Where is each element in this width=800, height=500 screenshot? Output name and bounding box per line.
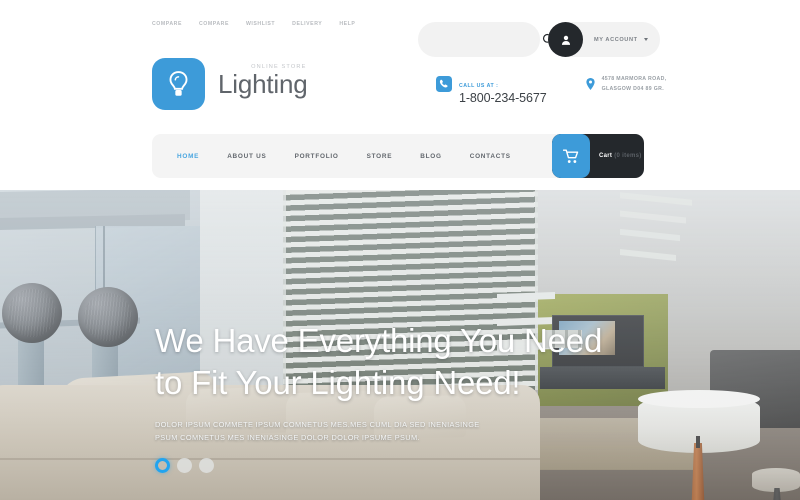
hero-title: We Have Everything You Need to Fit Your … (155, 320, 602, 404)
nav-item-about-us[interactable]: ABOUT US (227, 153, 266, 160)
cart-label: Cart (599, 153, 613, 159)
address-text: 4578 MARMORA ROAD, GLASGOW D04 89 GR. (602, 75, 667, 94)
cart-count: (0 items) (614, 153, 642, 159)
logo-text: ONLINE STORE Lighting (218, 58, 308, 99)
nav-item-contacts[interactable]: CONTACTS (470, 153, 511, 160)
account-menu[interactable]: MY ACCOUNT (548, 22, 660, 57)
utility-nav-item-help[interactable]: HELP (339, 21, 355, 27)
slider-dot-2[interactable] (177, 458, 192, 473)
utility-nav-item-delivery[interactable]: DELIVERY (292, 21, 322, 27)
user-icon (561, 35, 570, 45)
map-pin-icon (585, 75, 595, 95)
utility-nav-item-wishlist[interactable]: WISHLIST (246, 21, 275, 27)
hero-slider: We Have Everything You Need to Fit Your … (0, 190, 800, 500)
nav-item-portfolio[interactable]: PORTFOLIO (295, 153, 339, 160)
hero-copy: We Have Everything You Need to Fit Your … (155, 320, 602, 445)
utility-nav-item-compare-2[interactable]: COMPARE (199, 21, 229, 27)
cart-widget[interactable]: Cart (0 items) (552, 134, 644, 178)
address-block: 4578 MARMORA ROAD, GLASGOW D04 89 GR. (585, 74, 667, 95)
hero-subtitle-line-1: DOLOR IPSUM COMMETE IPSUM COMNETUS MES.M… (155, 420, 480, 430)
logo[interactable]: ONLINE STORE Lighting (152, 58, 308, 110)
account-label: MY ACCOUNT (594, 36, 638, 43)
address-line-2: GLASGOW D04 89 GR. (601, 85, 665, 92)
nav-item-home[interactable]: HOME (177, 153, 199, 160)
site-header: COMPARE COMPARE WISHLIST DELIVERY HELP M… (0, 0, 800, 190)
slider-pagination (155, 458, 214, 473)
logo-mark (152, 58, 205, 110)
slider-dot-1[interactable] (155, 458, 170, 473)
slider-dot-3[interactable] (199, 458, 214, 473)
main-nav-links: HOME ABOUT US PORTFOLIO STORE BLOG CONTA… (152, 153, 539, 160)
search-input[interactable] (418, 35, 542, 44)
hero-subtitle: DOLOR IPSUM COMMETE IPSUM COMNETUS MES.M… (155, 419, 602, 444)
cart-button[interactable] (552, 134, 590, 178)
nav-item-blog[interactable]: BLOG (420, 153, 441, 160)
avatar[interactable] (548, 22, 583, 57)
utility-nav-item-compare-1[interactable]: COMPARE (152, 21, 182, 27)
lightbulb-icon (169, 71, 188, 96)
page-root: COMPARE COMPARE WISHLIST DELIVERY HELP M… (0, 0, 800, 500)
hero-subtitle-line-2: PSUM COMNETUS MES INENIASINGE DOLOR DOLO… (155, 433, 420, 443)
phone-icon (436, 74, 452, 97)
nav-item-store[interactable]: STORE (367, 153, 393, 160)
phone-kicker: CALL US AT : (459, 83, 499, 89)
header-contacts: CALL US AT : 1-800-234-5677 4578 MARMORA… (436, 74, 666, 106)
phone-block[interactable]: CALL US AT : 1-800-234-5677 (436, 74, 547, 106)
utility-nav: COMPARE COMPARE WISHLIST DELIVERY HELP (152, 21, 355, 27)
chevron-down-icon[interactable] (643, 38, 648, 41)
search-box[interactable] (418, 22, 555, 57)
address-line-1: 4578 MARMORA ROAD, (601, 76, 667, 82)
shopping-cart-icon (563, 148, 579, 163)
cart-text: Cart (0 items) (599, 153, 642, 159)
hero-title-line-1: We Have Everything You Need (155, 322, 603, 359)
hero-title-line-2: to Fit Your Lighting Need! (155, 364, 521, 402)
phone-texts: CALL US AT : 1-800-234-5677 (459, 74, 547, 106)
phone-number: 1-800-234-5677 (459, 91, 547, 105)
logo-name: Lighting (218, 69, 308, 99)
